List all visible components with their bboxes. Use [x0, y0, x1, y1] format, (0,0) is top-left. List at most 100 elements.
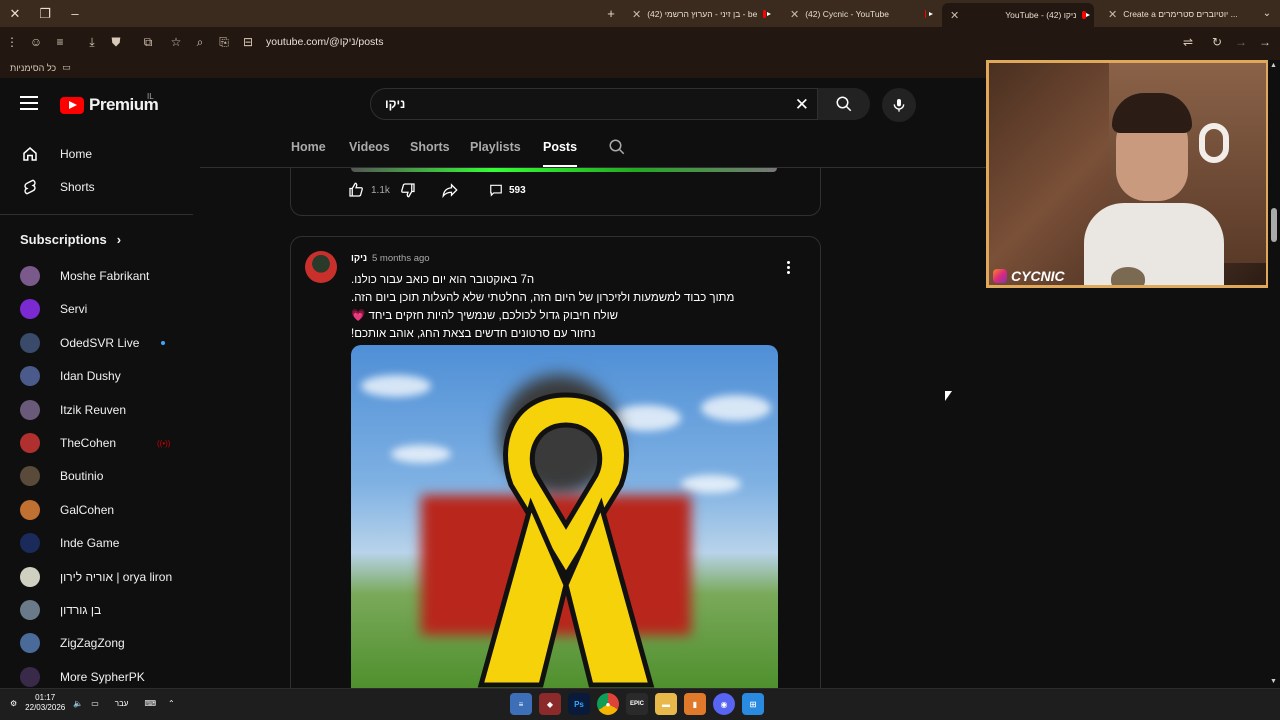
restore-window-icon[interactable]: ❐ [30, 0, 60, 27]
profile-icon[interactable]: ☺ [24, 30, 48, 54]
channel-avatar [20, 399, 40, 420]
site-settings-icon[interactable]: ⇌ [1176, 30, 1200, 54]
scroll-down-icon[interactable]: ▼ [1270, 678, 1277, 685]
post-text: ה7 באוקטובר הוא יום כואב עבור כולנו. מתו… [351, 271, 771, 343]
sidebar-subscription-item[interactable]: ZigZagZong [0, 627, 193, 659]
notification-icon[interactable]: ⚙ [10, 699, 17, 708]
page-scrollbar[interactable]: ▲ ▼ [1268, 60, 1280, 688]
sidebar-subscription-item[interactable]: Itzik Reuven [0, 394, 193, 426]
subscription-name: More SypherPK [60, 669, 145, 684]
tab-shorts[interactable]: Shorts [410, 140, 450, 154]
search-input[interactable]: ניקו ✕ [370, 88, 818, 120]
bookmark-star-icon[interactable]: ☆ [164, 30, 188, 54]
channel-avatar [20, 600, 40, 620]
menu-dots-icon[interactable]: ⋮ [0, 30, 24, 54]
channel-avatar [20, 666, 40, 687]
hamburger-menu-icon[interactable] [20, 96, 38, 110]
download-icon[interactable]: ⤓ [80, 30, 104, 54]
sidebar-subscription-item[interactable]: OdedSVR Live [0, 327, 193, 359]
channel-avatar [20, 533, 40, 554]
sidebar-subscription-item[interactable]: TheCohen ((•)) [0, 427, 193, 459]
tab-search-icon[interactable]: ⌄ [1252, 0, 1280, 27]
close-tab-icon[interactable]: ✕ [1108, 8, 1117, 21]
sidebar-subscription-item[interactable]: בן גורדון [0, 594, 193, 626]
start-menu-icon[interactable]: ⊞ [742, 693, 764, 715]
sidebar-item-home[interactable]: Home [0, 138, 193, 170]
sidebar-subscription-item[interactable]: אוריה לירון | orya liron [0, 561, 193, 593]
share-icon [442, 183, 458, 199]
vpn-icon[interactable]: ⛊ [104, 30, 128, 54]
sidebar-subscription-item[interactable]: GalCohen [0, 494, 193, 526]
keyboard-icon[interactable]: ⌨ [144, 699, 156, 708]
microphone-icon [893, 99, 905, 112]
browser-tab-active[interactable]: ✕ YouTube - ניקו (42) [942, 3, 1094, 27]
puzzle-extension-icon[interactable]: ⧉ [136, 30, 160, 54]
site-info-icon[interactable]: ⊟ [236, 30, 260, 54]
tab-videos[interactable]: Videos [349, 140, 390, 154]
sidebar-subscription-item[interactable]: Inde Game [0, 527, 193, 559]
forward-icon[interactable]: → [1229, 30, 1253, 54]
bookmarks-folder-label[interactable]: כל הסימניות [10, 63, 56, 73]
channel-search-icon[interactable] [608, 138, 626, 161]
reload-icon[interactable]: ↻ [1205, 30, 1229, 54]
share-button[interactable] [441, 181, 459, 199]
close-tab-icon[interactable]: ✕ [632, 8, 641, 21]
sidebar-subscription-item[interactable]: Moshe Fabrikant [0, 260, 193, 292]
post-timestamp[interactable]: 5 months ago [372, 253, 430, 264]
dislike-button[interactable] [399, 181, 417, 199]
search-button[interactable] [818, 88, 870, 120]
chrome-app-icon[interactable]: ● [597, 693, 619, 715]
post-image[interactable] [351, 345, 778, 691]
voice-search-button[interactable] [882, 88, 916, 122]
post-author-name[interactable]: ניקו [351, 253, 367, 264]
scroll-thumb[interactable] [1271, 208, 1277, 242]
sidebar-subscription-item[interactable]: Boutinio [0, 460, 193, 492]
install-app-icon[interactable]: ⎘ [212, 30, 236, 54]
subscription-name: Moshe Fabrikant [60, 269, 150, 283]
clock[interactable]: 01:17 22/03/2026 [25, 693, 65, 713]
chevron-right-icon: › [116, 232, 122, 247]
post-author-avatar[interactable] [305, 251, 337, 283]
sidebar-subscription-item[interactable]: Servi [0, 293, 193, 325]
browser-tab[interactable]: ✕ Create a יוטיוברים סטרימרים ... [1100, 3, 1250, 25]
folder-icon: ▭ [62, 62, 71, 72]
new-tab-icon[interactable]: + [596, 0, 626, 27]
post-more-icon[interactable] [787, 261, 791, 276]
clear-search-icon[interactable]: ✕ [795, 95, 809, 115]
system-tray: ⚙ 01:17 22/03/2026 🔈 ▭ עבר ⌨ ⌃ [10, 693, 175, 713]
extensions-menu-icon[interactable]: ≡ [48, 30, 72, 54]
tab-home[interactable]: Home [291, 140, 326, 154]
game-app-icon[interactable]: ◆ [539, 693, 561, 715]
tab-playlists[interactable]: Playlists [470, 140, 521, 154]
minimize-window-icon[interactable]: – [60, 0, 90, 27]
scroll-up-icon[interactable]: ▲ [1270, 62, 1277, 69]
network-icon[interactable]: ▭ [91, 699, 99, 708]
language-indicator[interactable]: עבר [115, 699, 129, 708]
instagram-icon [993, 269, 1007, 283]
volume-icon[interactable]: 🔈 [73, 699, 83, 708]
tab-posts[interactable]: Posts [543, 140, 578, 167]
notepad-app-icon[interactable]: ≡ [510, 693, 532, 715]
youtube-logo[interactable]: Premium [60, 95, 159, 115]
files-app-icon[interactable]: ▮ [684, 693, 706, 715]
subscription-name: ZigZagZong [60, 636, 125, 651]
photoshop-app-icon[interactable]: Ps [568, 693, 590, 715]
browser-tab[interactable]: ✕ (42) Cycnic - YouTube [782, 3, 934, 25]
zoom-icon[interactable]: ⌕ [188, 30, 212, 54]
file-explorer-app-icon[interactable]: ▬ [655, 693, 677, 715]
channel-avatar [20, 499, 40, 520]
close-window-icon[interactable]: ✕ [0, 0, 30, 27]
like-button[interactable]: 1.1k [347, 181, 390, 199]
sidebar-item-shorts[interactable]: Shorts [0, 171, 193, 203]
discord-app-icon[interactable]: ◉ [713, 693, 735, 715]
sidebar-subscription-item[interactable]: Idan Dushy [0, 360, 193, 392]
back-icon[interactable]: → [1253, 30, 1277, 54]
epic-games-app-icon[interactable]: EPIC [626, 693, 648, 715]
close-tab-icon[interactable]: ✕ [950, 9, 959, 22]
comments-button[interactable]: 593 [489, 183, 526, 197]
subscriptions-heading[interactable]: Subscriptions › [20, 232, 121, 247]
browser-tab[interactable]: ✕ (42) בן זיני - הערוץ הרשמי - be [624, 3, 774, 25]
close-tab-icon[interactable]: ✕ [790, 8, 799, 21]
tray-expand-icon[interactable]: ⌃ [168, 699, 175, 708]
url-field[interactable]: youtube.com/@ניקו/posts [266, 36, 383, 48]
